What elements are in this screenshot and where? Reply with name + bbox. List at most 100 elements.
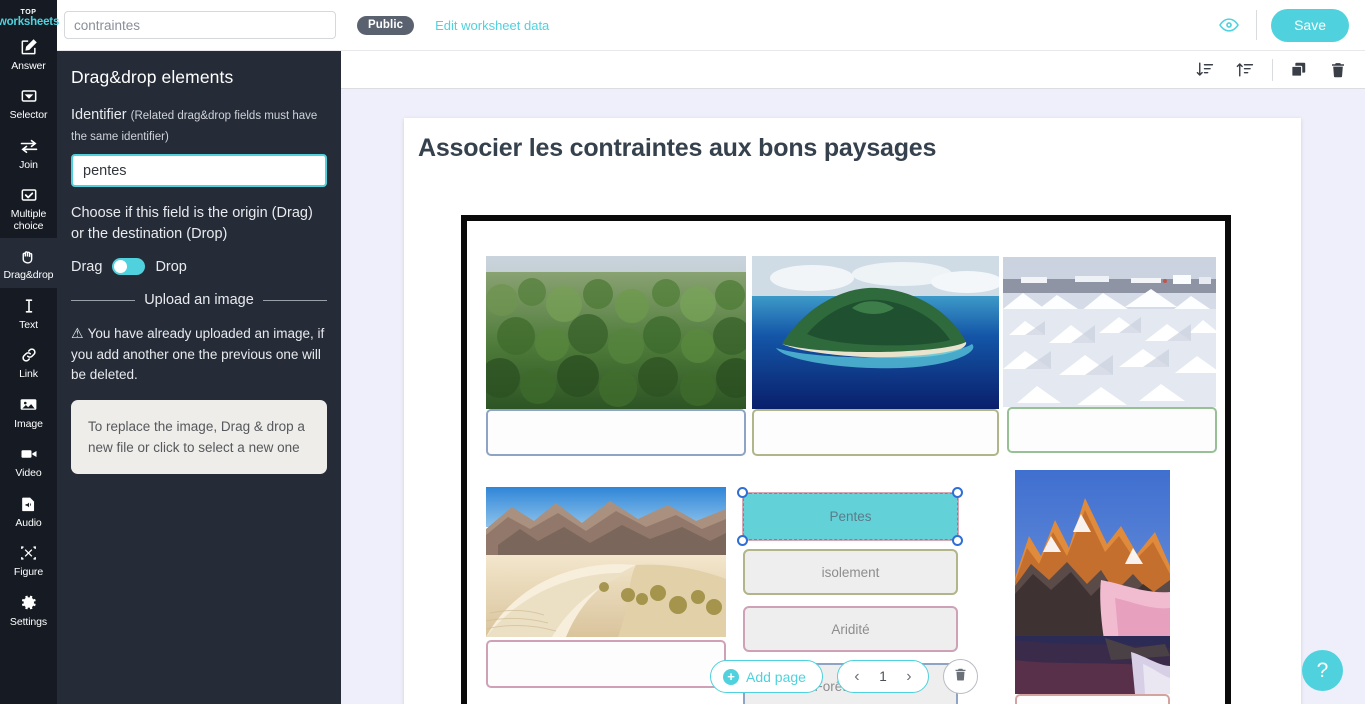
rail-label-settings: Settings [9,615,48,628]
duplicate-icon[interactable] [1283,55,1313,85]
worksheet-frame: Pentes isolement Aridité Forêt dense Fro… [461,215,1231,704]
rail-item-image[interactable]: Image [0,387,57,437]
top-bar: Public Edit worksheet data Save [57,0,1365,51]
rail-label-figure: Figure [13,566,44,578]
drag-chip-isolement[interactable]: isolement [743,549,958,595]
upload-warning-text: You have already uploaded an image, if y… [71,326,325,382]
identifier-label-row: Identifier (Related drag&drop fields mus… [71,105,327,147]
rail-item-video[interactable]: Video [0,436,57,486]
top-bar-actions: Save [1212,8,1365,42]
rail-label-audio: Audio [15,516,42,529]
hand-grab-icon [18,245,40,267]
video-camera-icon [18,443,40,465]
rail-item-drag-and-drop[interactable]: Drag&drop [0,238,57,288]
app-root: TOP worksheets Answer Selector Join Mult… [0,0,1365,704]
drag-chip-pentes[interactable]: Pentes [742,492,959,541]
rail-label-text: Text [19,318,38,331]
page-number: 1 [879,669,887,684]
toggle-label-drop: Drop [155,258,187,275]
drag-chip-aridite[interactable]: Aridité [743,606,958,652]
drag-drop-description: Choose if this field is the origin (Drag… [71,205,313,242]
identifier-input[interactable] [71,154,327,187]
rail-label-answer: Answer [11,59,46,72]
add-page-label: Add page [746,668,806,685]
ice-photo[interactable] [1003,257,1216,407]
worksheet-page[interactable]: Associer les contraintes aux bons paysag… [404,118,1301,704]
drag-chip-label: isolement [821,564,880,580]
rail-label-multiple-choice: Multiple choice [10,208,47,232]
drop-slot-desert[interactable] [486,640,726,688]
rail-label-link: Link [19,368,38,380]
drop-slot-forest[interactable] [486,409,746,456]
help-button[interactable]: ? [1302,650,1343,691]
forest-photo[interactable] [486,256,746,409]
delete-page-button[interactable] [942,659,978,694]
sort-ascending-icon[interactable] [1229,55,1259,85]
join-arrows-icon [18,135,40,157]
toolbar-divider-2 [1272,58,1273,81]
image-dropzone[interactable]: To replace the image, Drag & drop a new … [71,399,327,474]
upload-section-divider: Upload an image [71,292,328,308]
chevron-left-icon[interactable]: ‹ [844,668,870,686]
drop-slot-island[interactable] [752,409,999,456]
audio-file-icon [18,493,40,515]
drag-drop-toggle[interactable] [112,258,146,275]
resize-handle-bottom-left[interactable] [737,535,748,546]
rail-label-join: Join [19,158,38,171]
chevron-right-icon[interactable]: › [896,668,922,686]
visibility-badge[interactable]: Public [357,15,415,35]
drag-chip-label: Aridité [831,621,870,637]
figure-shape-icon [18,542,40,564]
toggle-knob [114,260,128,273]
dropdown-select-icon [18,85,40,107]
worksheet-canvas[interactable]: Associer les contraintes aux bons paysag… [341,89,1365,704]
text-cursor-icon [18,295,40,317]
sort-descending-icon[interactable] [1189,55,1219,85]
desert-photo[interactable] [486,487,726,637]
rail-label-video: Video [15,467,42,479]
toolbar-divider [1256,10,1258,40]
rail-item-settings[interactable]: Settings [0,585,57,635]
drop-slot-ice[interactable] [1007,407,1217,453]
question-mark-icon: ? [1316,658,1329,682]
edit-square-icon [18,36,40,58]
upload-section-label: Upload an image [144,292,254,308]
gear-icon [18,592,40,614]
rail-item-selector[interactable]: Selector [0,78,57,128]
toggle-label-drag: Drag [71,258,103,275]
drag-drop-toggle-row: Drag Drop [71,258,327,275]
checkbox-icon [18,184,40,206]
rail-item-audio[interactable]: Audio [0,486,57,536]
identifier-label: Identifier [71,107,127,123]
rail-label-image: Image [14,417,43,430]
rail-label-selector: Selector [9,109,48,121]
edit-worksheet-data-link[interactable]: Edit worksheet data [435,18,549,33]
resize-handle-top-left[interactable] [737,487,748,498]
rail-item-figure[interactable]: Figure [0,535,57,585]
page-pager: ‹ 1 › [836,660,929,693]
upload-warning: ⚠ You have already uploaded an image, if … [71,323,327,386]
delete-icon[interactable] [1323,55,1353,85]
island-photo[interactable] [752,256,999,409]
rail-item-multiple-choice[interactable]: Multiple choice [0,177,57,238]
save-button[interactable]: Save [1271,8,1349,42]
worksheet-title-input[interactable] [64,11,336,39]
eye-icon[interactable] [1212,8,1246,42]
rail-item-answer[interactable]: Answer [0,29,57,79]
rail-item-join[interactable]: Join [0,128,57,178]
left-tool-rail: TOP worksheets Answer Selector Join Mult… [0,0,59,704]
trash-icon [953,667,968,687]
rail-item-link[interactable]: Link [0,337,57,387]
resize-handle-bottom-right[interactable] [952,535,963,546]
rail-item-text[interactable]: Text [0,288,57,338]
resize-handle-top-right[interactable] [952,487,963,498]
brand-logo: TOP worksheets [0,0,59,29]
drag-chip-label: Pentes [829,509,872,524]
image-icon [18,394,40,416]
worksheet-heading: Associer les contraintes aux bons paysag… [418,134,937,162]
add-page-button[interactable]: + Add page [710,660,823,693]
mountain-photo[interactable] [1015,470,1170,694]
brand-name-text: worksheets [0,16,60,28]
drop-slot-mountain[interactable] [1015,694,1170,704]
brand-top-text: TOP [20,9,37,16]
